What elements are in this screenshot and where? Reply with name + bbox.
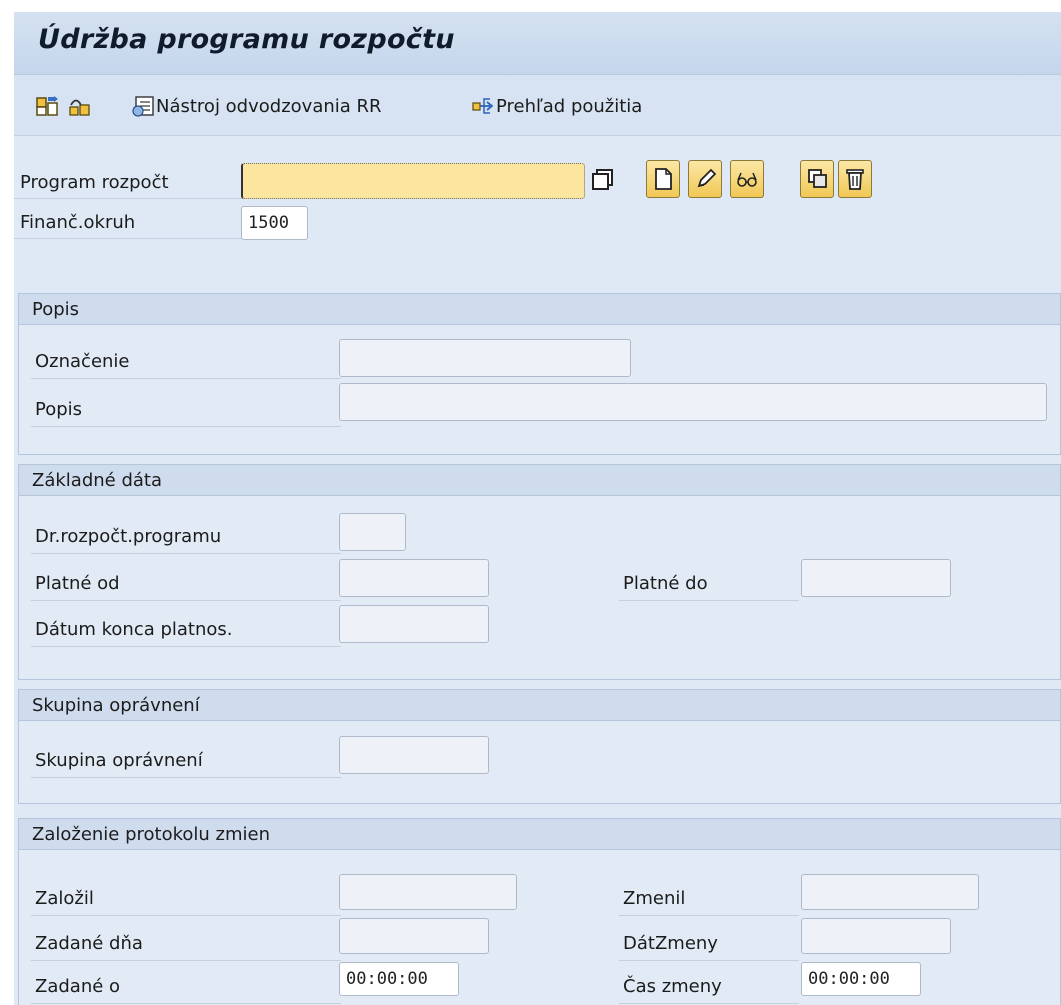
created-by-label: Založil <box>35 888 94 909</box>
display-change-icon <box>68 95 92 117</box>
group-change-log-header: Založenie protokolu zmien <box>19 819 1060 850</box>
sap-window: Údržba programu rozpočtu Nástroj odvodzo… <box>14 12 1061 1005</box>
value-help-button[interactable] <box>590 167 616 193</box>
created-on-underline <box>31 960 341 961</box>
delete-icon <box>846 169 864 190</box>
changed-on-underline <box>619 960 799 961</box>
auth-group-label: Skupina oprávnení <box>35 750 203 771</box>
page-title: Údržba programu rozpočtu <box>38 24 455 55</box>
changed-at-input[interactable] <box>801 962 921 996</box>
other-object-icon <box>36 95 60 117</box>
program-type-label: Dr.rozpočt.programu <box>35 526 222 547</box>
where-used-label: Prehľad použitia <box>496 95 643 117</box>
group-popis: Popis Označenie Popis <box>18 293 1061 455</box>
valid-to-input[interactable] <box>801 559 951 597</box>
created-at-input[interactable] <box>339 962 459 996</box>
display-button[interactable] <box>730 160 764 198</box>
change-button[interactable] <box>688 160 722 198</box>
changed-at-underline <box>619 1003 799 1004</box>
valid-to-underline <box>619 600 799 601</box>
changed-on-label: DátZmeny <box>623 933 718 954</box>
auth-group-underline <box>31 777 341 778</box>
application-toolbar: Nástroj odvodzovania RR Prehľad použitia <box>14 75 1061 136</box>
create-icon <box>655 168 672 190</box>
changed-by-input[interactable] <box>801 874 979 910</box>
changed-at-label: Čas zmeny <box>623 976 722 997</box>
changed-by-label: Zmenil <box>623 888 686 909</box>
group-popis-title: Popis <box>32 299 80 320</box>
auth-group-input[interactable] <box>339 736 489 774</box>
changed-by-underline <box>619 915 799 916</box>
popis-input[interactable] <box>339 383 1047 421</box>
created-on-input[interactable] <box>339 918 489 954</box>
group-authorization-title: Skupina oprávnení <box>32 695 200 716</box>
title-bar: Údržba programu rozpočtu <box>14 12 1061 75</box>
derivation-tool-button[interactable]: Nástroj odvodzovania RR <box>132 93 382 119</box>
program-type-input[interactable] <box>339 513 406 551</box>
changed-on-input[interactable] <box>801 918 951 954</box>
program-label-underline <box>14 198 244 199</box>
program-label: Program rozpočt <box>20 172 169 193</box>
program-type-underline <box>31 553 341 554</box>
valid-from-underline <box>31 600 341 601</box>
created-at-underline <box>31 1003 341 1004</box>
copy-from-button[interactable] <box>800 160 834 198</box>
end-date-input[interactable] <box>339 605 489 643</box>
group-basic-data: Základné dáta Dr.rozpočt.programu Platné… <box>18 464 1061 680</box>
valid-from-input[interactable] <box>339 559 489 597</box>
group-popis-header: Popis <box>19 294 1060 325</box>
group-change-log-title: Založenie protokolu zmien <box>32 824 271 845</box>
created-at-label: Zadané o <box>35 976 121 997</box>
fm-area-input[interactable] <box>241 206 308 240</box>
oznacenie-label: Označenie <box>35 351 130 372</box>
valid-to-label: Platné do <box>623 573 708 594</box>
popis-underline <box>31 426 341 427</box>
derivation-tool-label: Nástroj odvodzovania RR <box>156 95 382 117</box>
delete-button[interactable] <box>838 160 872 198</box>
oznacenie-underline <box>31 378 341 379</box>
group-basic-data-title: Základné dáta <box>32 470 162 491</box>
program-input[interactable] <box>241 163 585 199</box>
display-change-button[interactable] <box>68 93 92 119</box>
created-by-input[interactable] <box>339 874 517 910</box>
display-icon <box>737 172 757 187</box>
valid-from-label: Platné od <box>35 573 120 594</box>
copy-from-icon <box>808 169 827 188</box>
create-button[interactable] <box>646 160 680 198</box>
oznacenie-input[interactable] <box>339 339 631 377</box>
other-object-button[interactable] <box>36 93 60 119</box>
group-basic-data-header: Základné dáta <box>19 465 1060 496</box>
created-by-underline <box>31 915 341 916</box>
fm-area-label-underline <box>14 238 244 239</box>
end-date-label: Dátum konca platnos. <box>35 619 233 640</box>
group-change-log: Založenie protokolu zmien Založil Zmenil… <box>18 818 1061 1005</box>
created-on-label: Zadané dňa <box>35 933 143 954</box>
end-date-underline <box>31 646 341 647</box>
group-authorization-header: Skupina oprávnení <box>19 690 1060 721</box>
group-authorization: Skupina oprávnení Skupina oprávnení <box>18 689 1061 804</box>
where-used-button[interactable]: Prehľad použitia <box>472 93 642 119</box>
where-used-icon <box>472 95 496 117</box>
change-icon <box>697 168 716 188</box>
popis-label: Popis <box>35 399 83 420</box>
derivation-tool-icon <box>132 95 156 117</box>
fm-area-label: Finanč.okruh <box>20 212 136 233</box>
copy-icon <box>592 169 613 190</box>
